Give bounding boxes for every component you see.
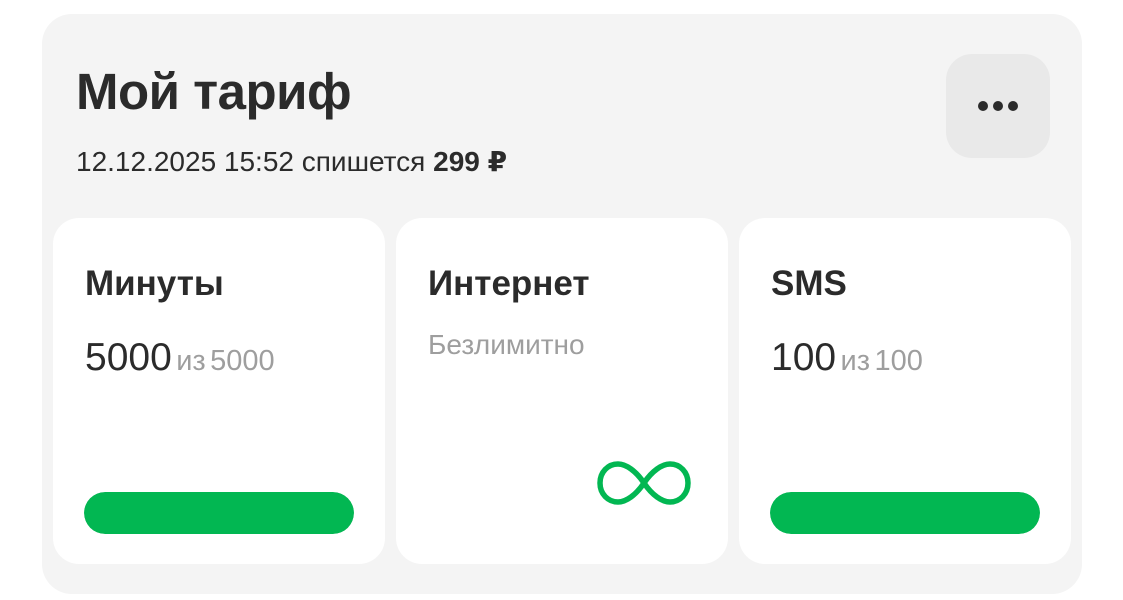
sms-tile[interactable]: SMS 100 из 100 <box>739 218 1071 564</box>
ellipsis-dot <box>993 101 1003 111</box>
infinity-icon <box>597 461 691 505</box>
minutes-total: 5000 <box>210 345 275 377</box>
next-charge-amount: 299 ₽ <box>433 146 508 177</box>
minutes-progress-bar <box>84 492 354 534</box>
ellipsis-dot <box>1008 101 1018 111</box>
sms-remaining: 100 <box>771 336 837 379</box>
sms-title: SMS <box>771 264 847 303</box>
minutes-tile[interactable]: Минуты 5000 из 5000 <box>53 218 385 564</box>
tariff-card: Мой тариф 12.12.2025 15:52 спишется 299 … <box>42 14 1082 594</box>
internet-title: Интернет <box>428 264 590 303</box>
sms-progress-fill <box>770 492 1040 534</box>
minutes-progress-fill <box>84 492 354 534</box>
ellipsis-icon <box>978 101 1018 111</box>
internet-tile[interactable]: Интернет Безлимитно <box>396 218 728 564</box>
tariff-tiles: Минуты 5000 из 5000 Интернет Безлимитно … <box>53 218 1071 564</box>
next-charge-info: 12.12.2025 15:52 спишется 299 ₽ <box>76 144 507 180</box>
next-charge-text: спишется <box>301 146 426 177</box>
minutes-of-label: из <box>176 345 206 377</box>
minutes-balance: 5000 из 5000 <box>85 336 275 388</box>
more-options-button[interactable] <box>946 54 1050 158</box>
next-charge-datetime: 12.12.2025 15:52 <box>76 146 294 177</box>
minutes-title: Минуты <box>85 264 224 303</box>
ellipsis-dot <box>978 101 988 111</box>
sms-total: 100 <box>874 345 923 377</box>
sms-of-label: из <box>840 345 871 377</box>
internet-status: Безлимитно <box>428 329 585 360</box>
minutes-remaining: 5000 <box>85 336 172 379</box>
page-title: Мой тариф <box>76 63 352 120</box>
sms-balance: 100 из 100 <box>771 336 923 388</box>
sms-progress-bar <box>770 492 1040 534</box>
